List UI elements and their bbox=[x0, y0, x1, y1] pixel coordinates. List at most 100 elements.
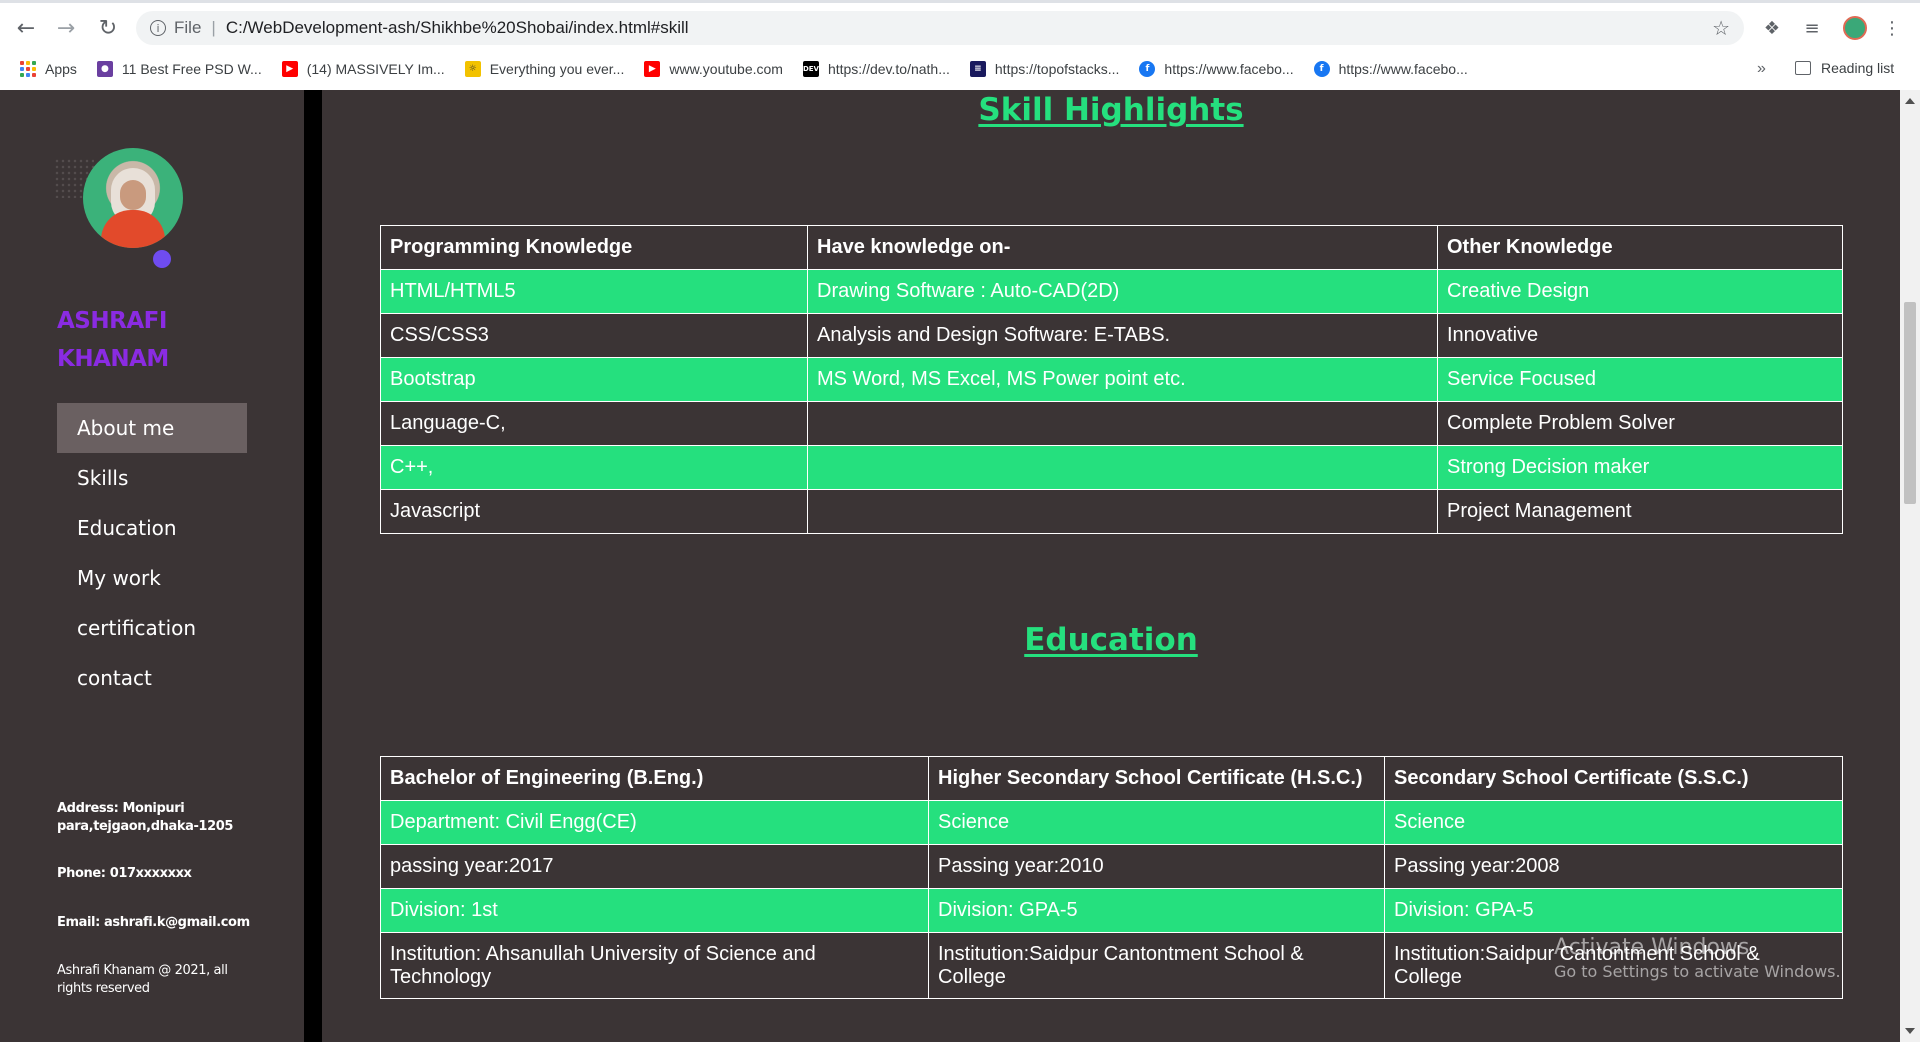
column-header: Programming Knowledge bbox=[380, 225, 808, 270]
reading-list-button[interactable]: Reading list bbox=[1795, 60, 1894, 76]
bookmark-label: https://www.facebo... bbox=[1338, 61, 1468, 77]
bookmark-item[interactable]: ▶ (14) MASSIVELY Im... bbox=[281, 61, 445, 77]
sidebar-divider bbox=[304, 90, 322, 1042]
bookmark-item[interactable]: DEV https://dev.to/nath... bbox=[802, 61, 950, 77]
table-cell: CSS/CSS3 bbox=[380, 313, 808, 358]
table-row: Language-C, Complete Problem Solver bbox=[380, 401, 1843, 446]
table-row: Department: Civil Engg(CE) Science Scien… bbox=[380, 800, 1843, 845]
bookmark-item[interactable]: ▶ www.youtube.com bbox=[644, 61, 783, 77]
profile-avatar-icon[interactable] bbox=[1843, 16, 1867, 40]
table-cell: Science bbox=[1384, 800, 1843, 845]
browser-toolbar: ← → ↻ i File | C:/WebDevelopment-ash/Shi… bbox=[0, 4, 1920, 50]
avatar-robe bbox=[101, 210, 165, 248]
table-cell: HTML/HTML5 bbox=[380, 269, 808, 314]
table-cell: Institution:Saidpur Cantontment School &… bbox=[928, 932, 1385, 999]
scroll-down-arrow-icon[interactable] bbox=[1905, 1028, 1915, 1034]
youtube-icon: ▶ bbox=[644, 61, 661, 77]
bookmark-item[interactable]: f https://www.facebo... bbox=[1313, 61, 1468, 77]
address-text: Address: Monipuri para,tejgaon,dhaka-120… bbox=[57, 801, 234, 834]
table-row: Division: 1st Division: GPA-5 Division: … bbox=[380, 888, 1843, 933]
table-cell: Innovative bbox=[1437, 313, 1843, 358]
apps-grid-icon bbox=[20, 61, 36, 77]
info-icon[interactable]: i bbox=[150, 20, 166, 36]
bookmark-item[interactable]: ● 11 Best Free PSD W... bbox=[96, 61, 262, 77]
table-row: HTML/HTML5 Drawing Software : Auto-CAD(2… bbox=[380, 269, 1843, 314]
bookmark-apps[interactable]: Apps bbox=[20, 61, 77, 77]
table-cell: Strong Decision maker bbox=[1437, 445, 1843, 490]
bookmark-label: 11 Best Free PSD W... bbox=[121, 61, 262, 77]
youtube-icon: ▶ bbox=[281, 61, 298, 77]
bookmarks-overflow-chevron-icon[interactable]: » bbox=[1757, 60, 1766, 78]
reload-icon[interactable]: ↻ bbox=[94, 14, 122, 42]
menu-kebab-icon[interactable]: ⋮ bbox=[1880, 16, 1904, 40]
watermark-line1: Activate Windows bbox=[1554, 935, 1750, 960]
nav-certification[interactable]: certification bbox=[57, 603, 247, 653]
table-cell: Division: 1st bbox=[380, 888, 929, 933]
education-section-title[interactable]: Education bbox=[322, 622, 1900, 658]
status-dot bbox=[153, 250, 171, 268]
nav-contact[interactable]: contact bbox=[57, 653, 247, 703]
bookmark-label: Apps bbox=[45, 61, 77, 77]
url-text[interactable]: C:/WebDevelopment-ash/Shikhbe%20Shobai/i… bbox=[226, 18, 689, 38]
skills-section-title[interactable]: Skill Highlights bbox=[322, 92, 1900, 128]
table-row: passing year:2017 Passing year:2010 Pass… bbox=[380, 844, 1843, 889]
table-cell: Science bbox=[928, 800, 1385, 845]
skills-table: Programming Knowledge Have knowledge on-… bbox=[380, 225, 1843, 534]
sidebar-nav: About me Skills Education My work certif… bbox=[57, 403, 247, 703]
table-cell: Language-C, bbox=[380, 401, 808, 446]
nav-about-me[interactable]: About me bbox=[57, 403, 247, 453]
bookmark-item[interactable]: ☼ Everything you ever... bbox=[464, 61, 625, 77]
table-cell: Creative Design bbox=[1437, 269, 1843, 314]
bookmark-item[interactable]: f https://www.facebo... bbox=[1139, 61, 1294, 77]
bookmark-star-icon[interactable]: ☆ bbox=[1712, 16, 1730, 40]
column-header: Higher Secondary School Certificate (H.S… bbox=[928, 756, 1385, 801]
phone-text: Phone: 017xxxxxxx bbox=[57, 866, 192, 881]
table-cell: Department: Civil Engg(CE) bbox=[380, 800, 929, 845]
facebook-icon: f bbox=[1313, 61, 1330, 77]
table-cell: Analysis and Design Software: E-TABS. bbox=[807, 313, 1438, 358]
column-header: Secondary School Certificate (S.S.C.) bbox=[1384, 756, 1843, 801]
facebook-icon: f bbox=[1139, 61, 1156, 77]
bookmark-label: (14) MASSIVELY Im... bbox=[306, 61, 445, 77]
scrollbar-thumb[interactable] bbox=[1904, 302, 1916, 504]
column-header: Have knowledge on- bbox=[807, 225, 1438, 270]
media-queue-icon[interactable]: ≡ bbox=[1800, 16, 1824, 40]
reading-list-icon bbox=[1795, 61, 1811, 75]
extensions-puzzle-icon[interactable]: ❖ bbox=[1760, 16, 1784, 40]
column-header: Bachelor of Engineering (B.Eng.) bbox=[380, 756, 929, 801]
nav-skills[interactable]: Skills bbox=[57, 453, 247, 503]
email-text: Email: ashrafi.k@gmail.com bbox=[57, 915, 250, 930]
site-favicon-icon: ● bbox=[96, 61, 113, 77]
table-cell: C++, bbox=[380, 445, 808, 490]
scroll-up-arrow-icon[interactable] bbox=[1905, 98, 1915, 104]
browser-chrome: ← → ↻ i File | C:/WebDevelopment-ash/Shi… bbox=[0, 0, 1920, 90]
bookmarks-bar: Apps ● 11 Best Free PSD W... ▶ (14) MASS… bbox=[0, 52, 1920, 86]
page-scrollbar[interactable] bbox=[1900, 90, 1920, 1042]
table-cell: Drawing Software : Auto-CAD(2D) bbox=[807, 269, 1438, 314]
dev-icon: DEV bbox=[802, 61, 819, 77]
table-header-row: Bachelor of Engineering (B.Eng.) Higher … bbox=[380, 756, 1843, 801]
back-arrow-icon[interactable]: ← bbox=[12, 14, 40, 42]
table-cell: Division: GPA-5 bbox=[928, 888, 1385, 933]
bookmark-label: https://www.facebo... bbox=[1164, 61, 1294, 77]
table-row: C++, Strong Decision maker bbox=[380, 445, 1843, 490]
table-cell: passing year:2017 bbox=[380, 844, 929, 889]
nav-education[interactable]: Education bbox=[57, 503, 247, 553]
table-cell: Javascript bbox=[380, 489, 808, 534]
table-cell: MS Word, MS Excel, MS Power point etc. bbox=[807, 357, 1438, 402]
stack-icon: ≡ bbox=[969, 61, 986, 77]
table-cell bbox=[807, 445, 1438, 490]
address-bar[interactable]: i File | C:/WebDevelopment-ash/Shikhbe%2… bbox=[136, 11, 1744, 45]
contact-info: Address: Monipuri para,tejgaon,dhaka-120… bbox=[57, 800, 257, 998]
table-cell: Institution: Ahsanullah University of Sc… bbox=[380, 932, 929, 999]
bookmark-item[interactable]: ≡ https://topofstacks... bbox=[969, 61, 1120, 77]
bookmark-label: https://topofstacks... bbox=[994, 61, 1120, 77]
table-cell: Project Management bbox=[1437, 489, 1843, 534]
bookmark-label: Everything you ever... bbox=[489, 61, 625, 77]
table-cell: Division: GPA-5 bbox=[1384, 888, 1843, 933]
table-cell: Passing year:2008 bbox=[1384, 844, 1843, 889]
table-cell: Complete Problem Solver bbox=[1437, 401, 1843, 446]
tab-strip-edge bbox=[0, 0, 1920, 3]
forward-arrow-icon[interactable]: → bbox=[52, 14, 80, 42]
nav-my-work[interactable]: My work bbox=[57, 553, 247, 603]
